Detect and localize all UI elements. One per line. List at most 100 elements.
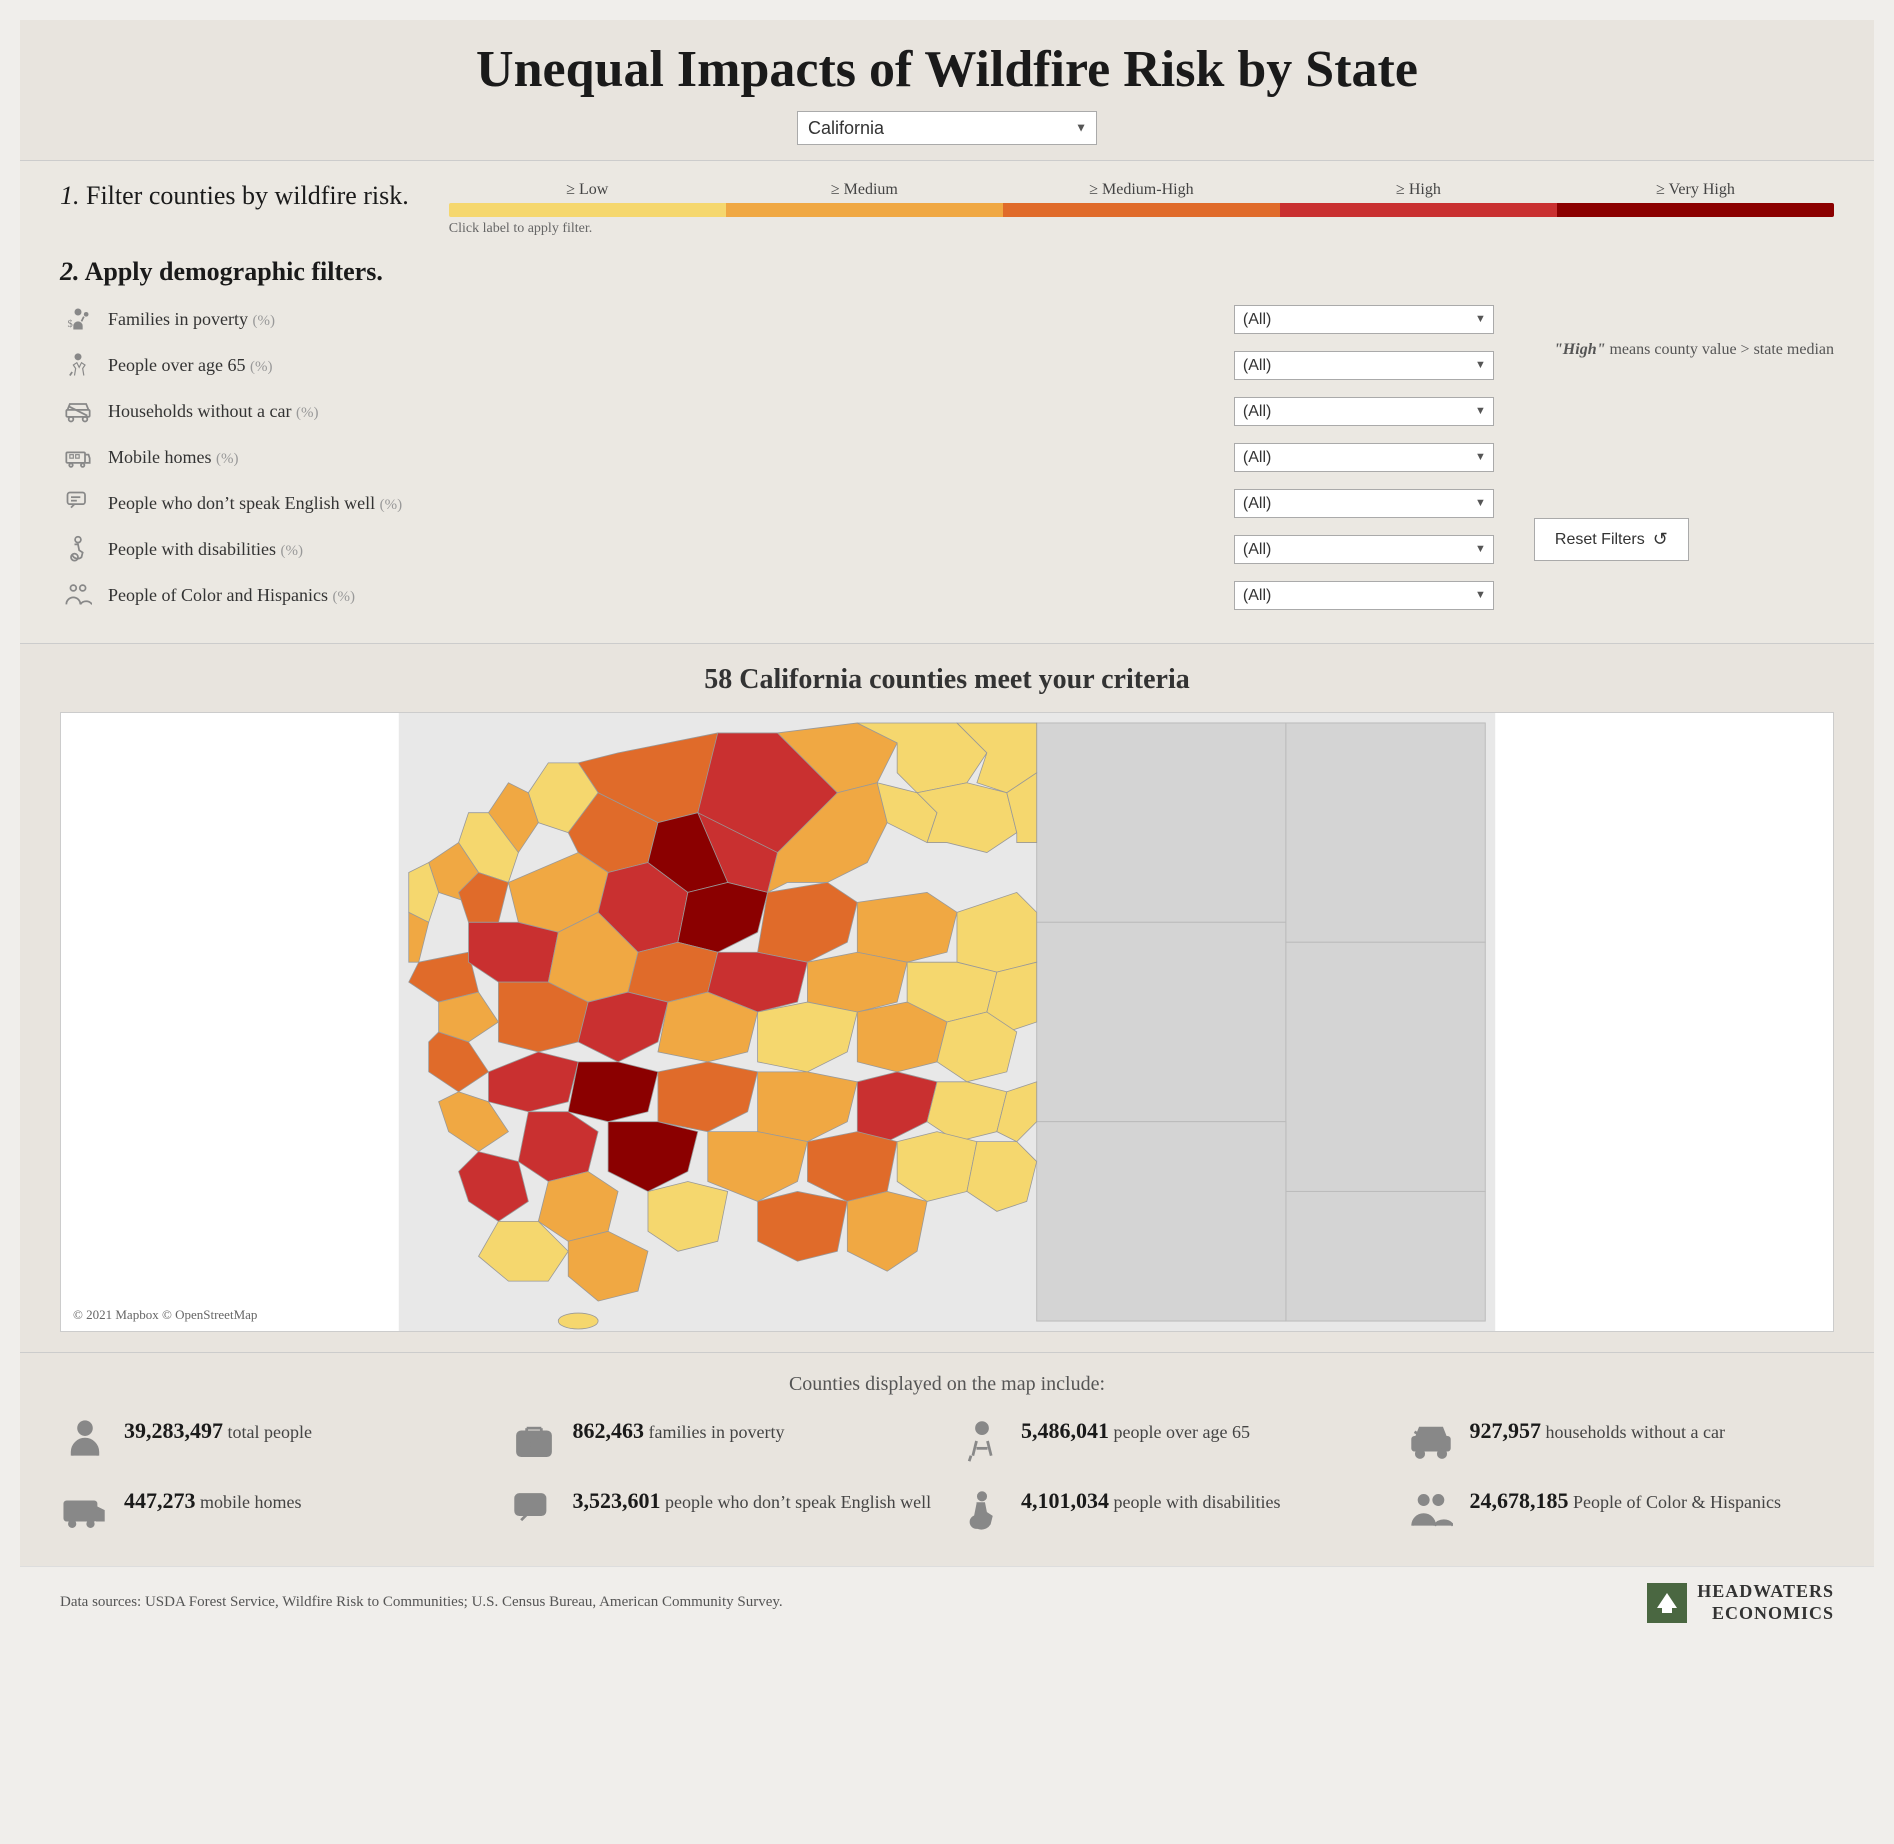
- demographic-row-poc: People of Color and Hispanics (%) (All) …: [60, 577, 1494, 613]
- reset-icon: ↺: [1653, 529, 1668, 550]
- stat-label-non-english: people who don’t speak English well: [665, 1492, 931, 1512]
- disability-stat-icon: [957, 1486, 1007, 1536]
- map-container: © 2021 Mapbox © OpenStreetMap: [60, 712, 1834, 1332]
- dropdown-disabilities: (All) High: [1234, 535, 1494, 564]
- stat-number-poc: 24,678,185: [1470, 1488, 1569, 1513]
- stats-header: Counties displayed on the map include:: [60, 1373, 1834, 1396]
- demographic-row-no-car: Households without a car (%) (All) High: [60, 393, 1494, 429]
- state-select[interactable]: California Oregon Washington Texas Color…: [797, 111, 1097, 145]
- reset-btn-wrapper: Reset Filters ↺: [1534, 518, 1834, 561]
- step2-number: 2.: [60, 257, 80, 286]
- stat-number-mobile-homes: 447,273: [124, 1488, 196, 1513]
- stat-label-mobile-homes: mobile homes: [200, 1492, 302, 1512]
- poverty-stat-icon: [509, 1416, 559, 1466]
- reset-filters-button[interactable]: Reset Filters ↺: [1534, 518, 1689, 561]
- stat-number-poverty: 862,463: [573, 1418, 645, 1443]
- stat-item-poc: 24,678,185 People of Color & Hispanics: [1406, 1486, 1835, 1536]
- elderly-icon: [60, 347, 96, 383]
- risk-label-low[interactable]: ≥ Low: [449, 181, 726, 199]
- filter-section: 1. Filter counties by wildfire risk. ≥ L…: [20, 161, 1874, 644]
- risk-label-medium[interactable]: ≥ Medium: [726, 181, 1003, 199]
- california-map-svg: [61, 713, 1833, 1331]
- risk-label-medium-high[interactable]: ≥ Medium-High: [1003, 181, 1280, 199]
- select-disabilities[interactable]: (All) High: [1234, 535, 1494, 564]
- demographic-label-mobile-homes: Mobile homes (%): [108, 447, 1222, 468]
- high-note: "High" means county value > state median: [1554, 341, 1834, 359]
- step1-text: Filter counties by wildfire risk.: [86, 181, 409, 210]
- dropdown-no-car: (All) High: [1234, 397, 1494, 426]
- stat-label-total-people-text: total people: [228, 1422, 312, 1442]
- select-non-english[interactable]: (All) High: [1234, 489, 1494, 518]
- risk-label-very-high[interactable]: ≥ Very High: [1557, 181, 1834, 199]
- stat-number-no-car: 927,957: [1470, 1418, 1542, 1443]
- demographic-left: $ Families in poverty (%) (All) High: [60, 301, 1494, 623]
- stat-item-poverty: 862,463 families in poverty: [509, 1416, 938, 1466]
- stat-number-total-people: 39,283,497: [124, 1418, 223, 1443]
- stat-text-no-car: 927,957 households without a car: [1470, 1416, 1725, 1447]
- demographic-row-non-english: People who don’t speak English well (%) …: [60, 485, 1494, 521]
- demographic-label-non-english: People who don’t speak English well (%): [108, 493, 1222, 514]
- stat-label-poc: People of Color & Hispanics: [1573, 1492, 1781, 1512]
- stats-section: Counties displayed on the map include: 3…: [20, 1352, 1874, 1566]
- dropdown-poverty: (All) High: [1234, 305, 1494, 334]
- risk-bar-medium: [726, 203, 1003, 217]
- stat-item-total-people: 39,283,497 total people: [60, 1416, 489, 1466]
- step1-number: 1.: [60, 181, 80, 210]
- risk-bar-medium-high: [1003, 203, 1280, 217]
- dropdown-mobile-homes: (All) High: [1234, 443, 1494, 472]
- footer-section: Data sources: USDA Forest Service, Wildf…: [20, 1566, 1874, 1638]
- person-icon: [60, 1416, 110, 1466]
- stat-text-poverty: 862,463 families in poverty: [573, 1416, 785, 1447]
- group-icon: [60, 577, 96, 613]
- stat-item-no-car: 927,957 households without a car: [1406, 1416, 1835, 1466]
- select-poc[interactable]: (All) High: [1234, 581, 1494, 610]
- risk-bar-very-high: [1557, 203, 1834, 217]
- page-wrapper: Unequal Impacts of Wildfire Risk by Stat…: [0, 0, 1894, 1658]
- reset-label: Reset Filters: [1555, 531, 1645, 549]
- select-elderly[interactable]: (All) High: [1234, 351, 1494, 380]
- poverty-icon: $: [60, 301, 96, 337]
- logo-line1: HEADWATERS: [1697, 1581, 1834, 1603]
- risk-bar-low: [449, 203, 726, 217]
- stat-item-elderly: 5,486,041 people over age 65: [957, 1416, 1386, 1466]
- select-poverty[interactable]: (All) High: [1234, 305, 1494, 334]
- headwaters-logo-text: HEADWATERS ECONOMICS: [1697, 1581, 1834, 1624]
- risk-label-high[interactable]: ≥ High: [1280, 181, 1557, 199]
- map-copyright: © 2021 Mapbox © OpenStreetMap: [73, 1307, 257, 1323]
- speech-stat-icon: [509, 1486, 559, 1536]
- demographic-row-elderly: People over age 65 (%) (All) High: [60, 347, 1494, 383]
- stat-text-non-english: 3,523,601 people who don’t speak English…: [573, 1486, 932, 1517]
- demographic-row-mobile-homes: Mobile homes (%) (All) High: [60, 439, 1494, 475]
- stat-number-non-english: 3,523,601: [573, 1488, 661, 1513]
- stat-text-poc: 24,678,185 People of Color & Hispanics: [1470, 1486, 1781, 1517]
- svg-text:$: $: [68, 319, 73, 330]
- step1-row: 1. Filter counties by wildfire risk. ≥ L…: [60, 181, 1834, 237]
- risk-bar-high: [1280, 203, 1557, 217]
- map-title: 58 California counties meet your criteri…: [60, 664, 1834, 696]
- stat-text-disabilities: 4,101,034 people with disabilities: [1021, 1486, 1280, 1517]
- stat-item-non-english: 3,523,601 people who don’t speak English…: [509, 1486, 938, 1536]
- demographic-row-disabilities: People with disabilities (%) (All) High: [60, 531, 1494, 567]
- state-select-wrapper: California Oregon Washington Texas Color…: [797, 111, 1097, 145]
- step1-label: 1. Filter counties by wildfire risk.: [60, 181, 409, 211]
- demographic-label-poverty: Families in poverty (%): [108, 309, 1222, 330]
- demographic-label-elderly: People over age 65 (%): [108, 355, 1222, 376]
- select-no-car[interactable]: (All) High: [1234, 397, 1494, 426]
- demographic-label-poc: People of Color and Hispanics (%): [108, 585, 1222, 606]
- select-mobile-homes[interactable]: (All) High: [1234, 443, 1494, 472]
- elderly-stat-icon: [957, 1416, 1007, 1466]
- filter-right-panel: "High" means county value > state median…: [1534, 301, 1834, 561]
- logo-area: HEADWATERS ECONOMICS: [1647, 1581, 1834, 1624]
- stat-item-mobile-homes: 447,273 mobile homes: [60, 1486, 489, 1536]
- stat-label-poverty: families in poverty: [649, 1422, 785, 1442]
- risk-filter-controls: ≥ Low ≥ Medium ≥ Medium-High ≥ High ≥ Ve…: [449, 181, 1834, 237]
- car-icon: [60, 393, 96, 429]
- mobile-home-stat-icon: [60, 1486, 110, 1536]
- stats-grid-row2: 447,273 mobile homes 3,523,601 people wh…: [60, 1486, 1834, 1536]
- step2-text: Apply demographic filters.: [85, 257, 383, 286]
- click-label: Click label to apply filter.: [449, 221, 1834, 237]
- disability-icon: [60, 531, 96, 567]
- car-stat-icon: [1406, 1416, 1456, 1466]
- demographic-label-disabilities: People with disabilities (%): [108, 539, 1222, 560]
- map-section: 58 California counties meet your criteri…: [20, 644, 1874, 1352]
